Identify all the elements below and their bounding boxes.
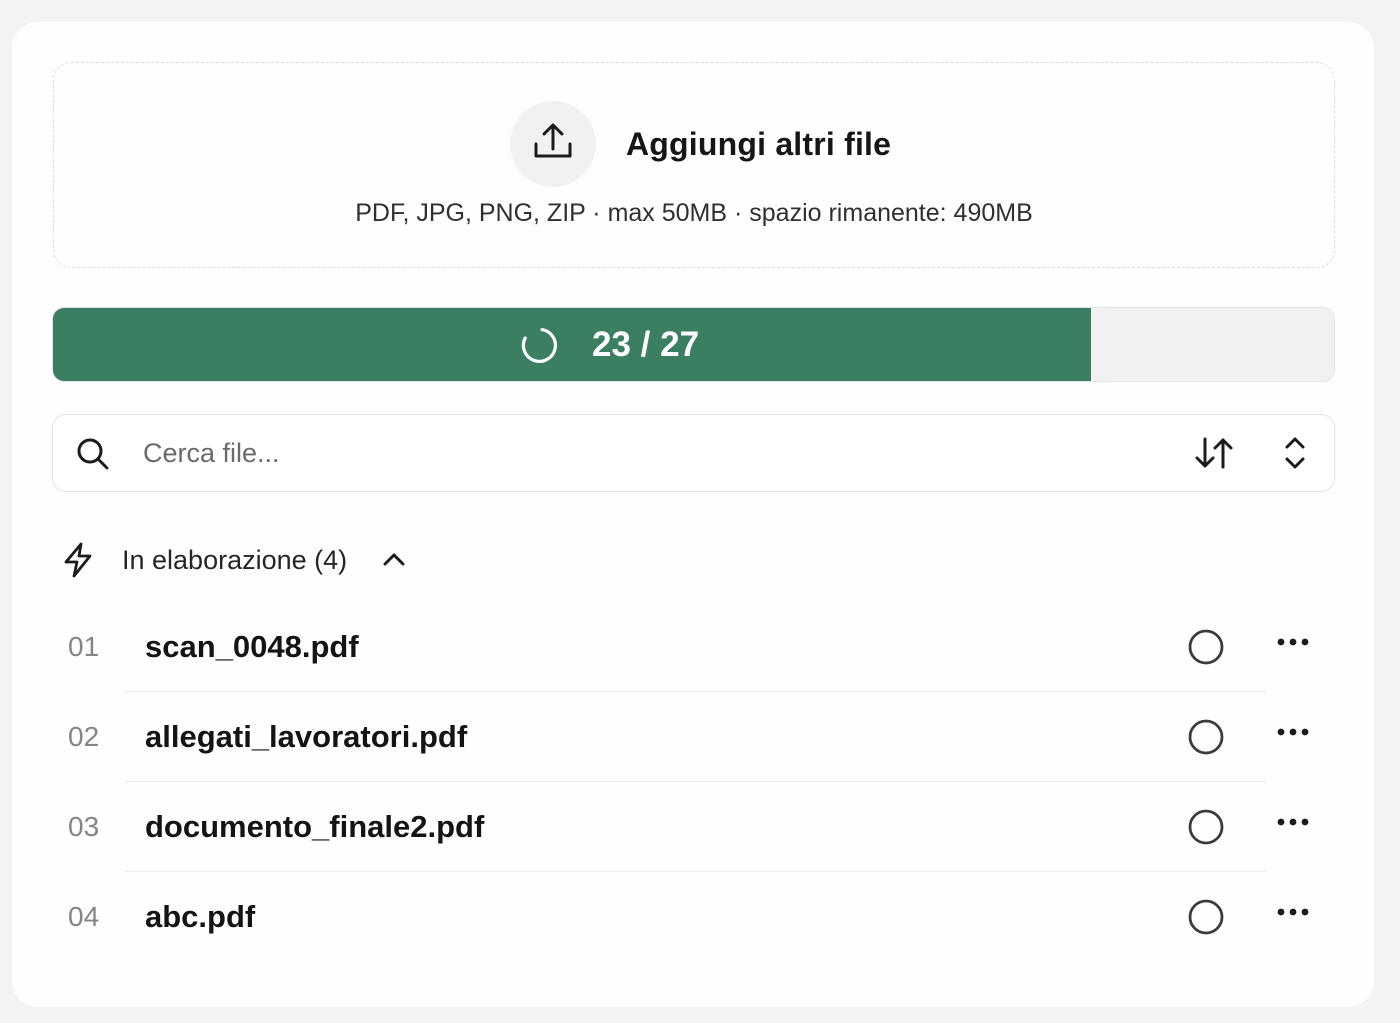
lightning-icon (62, 542, 94, 578)
more-options-icon[interactable] (1276, 725, 1310, 744)
spinner-icon (520, 326, 558, 364)
status-circle-icon[interactable] (1188, 899, 1224, 940)
processing-section-toggle[interactable]: In elaborazione (4) (62, 540, 407, 580)
upload-panel: Aggiungi altri file PDF, JPG, PNG, ZIP ·… (12, 22, 1374, 1007)
upload-icon (532, 122, 574, 167)
search-icon (75, 436, 111, 477)
file-row[interactable]: 01 scan_0048.pdf (52, 602, 1335, 692)
file-row[interactable]: 03 documento_finale2.pdf (52, 782, 1335, 872)
status-circle-icon[interactable] (1188, 629, 1224, 670)
section-label: In elaborazione (4) (122, 544, 348, 575)
file-index: 03 (68, 811, 100, 842)
search-input[interactable] (143, 429, 1043, 477)
file-index: 04 (68, 901, 100, 932)
file-name: scan_0048.pdf (145, 629, 359, 664)
search-bar (52, 414, 1335, 492)
file-row[interactable]: 02 allegati_lavoratori.pdf (52, 692, 1335, 782)
dropzone-title: Aggiungi altri file (626, 126, 892, 162)
file-name: allegati_lavoratori.pdf (145, 719, 468, 754)
more-options-icon[interactable] (1276, 815, 1310, 834)
progress-count: 23 / 27 (592, 324, 700, 364)
file-name: abc.pdf (145, 899, 256, 934)
upload-progress-bar: 23 / 27 (52, 307, 1335, 382)
status-circle-icon[interactable] (1188, 809, 1224, 850)
progress-label: 23 / 27 (520, 308, 699, 381)
file-row[interactable]: 04 abc.pdf (52, 872, 1335, 962)
more-options-icon[interactable] (1276, 635, 1310, 654)
chevron-up-icon[interactable] (381, 551, 407, 569)
sort-icon[interactable] (1193, 435, 1235, 476)
chevron-up-down-icon[interactable] (1281, 435, 1309, 476)
upload-button[interactable] (510, 101, 596, 187)
status-circle-icon[interactable] (1188, 719, 1224, 760)
file-name: documento_finale2.pdf (145, 809, 485, 844)
dropzone-hint: PDF, JPG, PNG, ZIP · max 50MB · spazio r… (355, 199, 1033, 227)
more-options-icon[interactable] (1276, 905, 1310, 924)
file-index: 01 (68, 631, 100, 662)
file-index: 02 (68, 721, 100, 752)
file-dropzone[interactable]: Aggiungi altri file PDF, JPG, PNG, ZIP ·… (53, 62, 1335, 268)
